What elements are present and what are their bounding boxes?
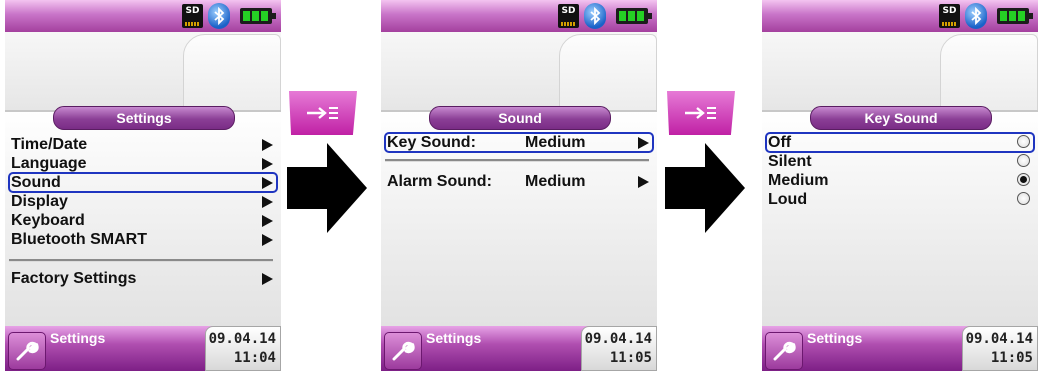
screen-title: Settings xyxy=(53,106,235,130)
menu-item-label: Language xyxy=(11,155,87,172)
menu-item-label: Alarm Sound: xyxy=(387,173,492,190)
bottom-bar: Settings 09.04.14 11:05 xyxy=(762,326,1038,371)
menu-item-label: Keyboard xyxy=(11,212,85,229)
menu-item-bluetooth-smart[interactable]: Bluetooth SMART xyxy=(9,230,277,249)
option-medium[interactable]: Medium xyxy=(766,171,1034,190)
option-label: Medium xyxy=(768,172,829,189)
status-bar: SD xyxy=(762,0,1038,32)
right-arrow-icon xyxy=(665,143,745,233)
header-area xyxy=(762,32,1038,114)
screen-title: Sound xyxy=(429,106,611,130)
sound-screen: SD Sound Key Sound: Medium Alarm Sound: … xyxy=(381,0,657,371)
bottom-bar: Settings 09.04.14 11:05 xyxy=(381,326,657,371)
header-area xyxy=(381,32,657,114)
settings-softkey-button[interactable] xyxy=(384,332,422,370)
status-bar: SD xyxy=(5,0,281,32)
option-label: Off xyxy=(768,134,792,151)
date-time-display: 09.04.14 11:05 xyxy=(581,326,657,371)
radio-button[interactable] xyxy=(1017,192,1030,205)
date-time-display: 09.04.14 11:04 xyxy=(205,326,281,371)
option-silent[interactable]: Silent xyxy=(766,152,1034,171)
time-text: 11:04 xyxy=(233,350,276,366)
chevron-right-icon xyxy=(262,158,273,170)
menu-item-label: Key Sound: xyxy=(387,134,476,151)
key-sound-screen: SD Key Sound Off Silent Medium Loud Sett… xyxy=(762,0,1038,371)
divider xyxy=(385,159,649,162)
radio-button[interactable] xyxy=(1017,135,1030,148)
settings-softkey-button[interactable] xyxy=(765,332,803,370)
menu-item-display[interactable]: Display xyxy=(9,192,277,211)
battery-icon xyxy=(997,8,1033,24)
menu-item-sound[interactable]: Sound xyxy=(8,172,278,193)
settings-softkey-button[interactable] xyxy=(8,332,46,370)
chevron-right-icon xyxy=(262,215,273,227)
wrench-icon xyxy=(773,341,796,361)
chevron-right-icon xyxy=(638,176,649,188)
sd-card-icon: SD xyxy=(182,4,203,28)
date-time-display: 09.04.14 11:05 xyxy=(962,326,1038,371)
screen-title: Key Sound xyxy=(810,106,992,130)
menu-item-factory-settings[interactable]: Factory Settings xyxy=(9,269,277,288)
menu-item-value: Medium xyxy=(525,134,586,151)
enter-key-icon xyxy=(685,107,716,119)
date-text: 09.04.14 xyxy=(208,331,276,347)
settings-screen: SD Settings Time/Date Language Sound Dis… xyxy=(5,0,281,371)
right-arrow-icon xyxy=(287,143,367,233)
battery-icon xyxy=(240,8,276,24)
option-off[interactable]: Off xyxy=(765,132,1035,153)
menu-item-label: Factory Settings xyxy=(11,270,137,287)
menu-item-value: Medium xyxy=(525,173,586,190)
sd-card-icon: SD xyxy=(939,4,960,28)
chevron-right-icon xyxy=(262,139,273,151)
menu-item-label: Time/Date xyxy=(11,136,88,153)
menu-item-keyboard[interactable]: Keyboard xyxy=(9,211,277,230)
radio-button[interactable] xyxy=(1017,154,1030,167)
sound-menu: Sound Key Sound: Medium Alarm Sound: Med… xyxy=(381,106,657,327)
option-label: Silent xyxy=(768,153,812,170)
date-text: 09.04.14 xyxy=(584,331,652,347)
divider xyxy=(9,259,273,262)
menu-item-label: Bluetooth SMART xyxy=(11,231,147,248)
chevron-right-icon xyxy=(262,273,273,285)
enter-key-button[interactable] xyxy=(667,91,735,135)
menu-item-alarm-sound[interactable]: Alarm Sound: Medium xyxy=(385,172,653,191)
chevron-right-icon xyxy=(262,234,273,246)
option-label: Loud xyxy=(768,191,808,208)
option-loud[interactable]: Loud xyxy=(766,190,1034,209)
menu-item-label: Display xyxy=(11,193,68,210)
menu-item-key-sound[interactable]: Key Sound: Medium xyxy=(384,132,654,153)
enter-key-icon xyxy=(307,107,338,119)
enter-key-button[interactable] xyxy=(289,91,357,135)
bluetooth-icon xyxy=(208,3,230,29)
chevron-right-icon xyxy=(262,177,273,189)
softkey-label: Settings xyxy=(50,330,106,346)
menu-item-time-date[interactable]: Time/Date xyxy=(9,135,277,154)
settings-menu: Settings Time/Date Language Sound Displa… xyxy=(5,106,281,327)
status-bar: SD xyxy=(381,0,657,32)
sd-card-icon: SD xyxy=(558,4,579,28)
softkey-label: Settings xyxy=(426,330,482,346)
softkey-label: Settings xyxy=(807,330,863,346)
menu-item-label: Sound xyxy=(11,174,61,191)
battery-icon xyxy=(616,8,652,24)
chevron-right-icon xyxy=(638,137,649,149)
key-sound-options: Key Sound Off Silent Medium Loud xyxy=(762,106,1038,327)
bluetooth-icon xyxy=(965,3,987,29)
header-area xyxy=(5,32,281,114)
bluetooth-icon xyxy=(584,3,606,29)
wrench-icon xyxy=(392,341,415,361)
time-text: 11:05 xyxy=(609,350,652,366)
time-text: 11:05 xyxy=(990,350,1033,366)
chevron-right-icon xyxy=(262,196,273,208)
radio-button-checked[interactable] xyxy=(1017,173,1030,186)
menu-item-language[interactable]: Language xyxy=(9,154,277,173)
wrench-icon xyxy=(16,341,39,361)
date-text: 09.04.14 xyxy=(965,331,1033,347)
bottom-bar: Settings 09.04.14 11:04 xyxy=(5,326,281,371)
